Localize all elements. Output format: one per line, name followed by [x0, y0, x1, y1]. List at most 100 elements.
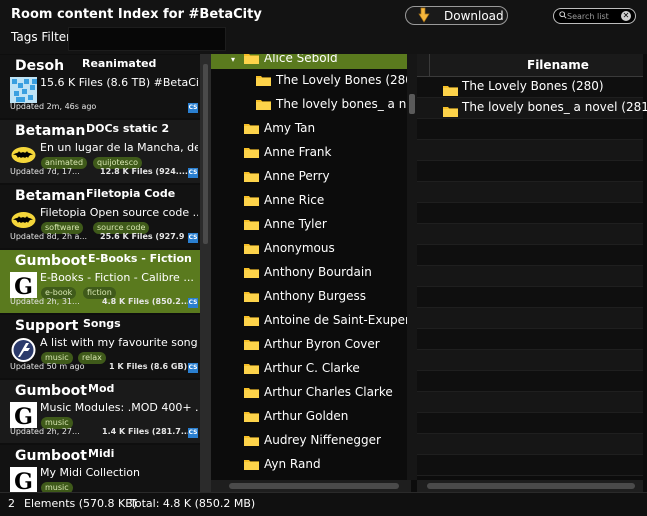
room-files: 1 K Files (8.6 GB)	[109, 362, 188, 371]
room-description: E-Books - Fiction - Calibre ...	[40, 271, 194, 284]
room-nick: Betaman	[15, 188, 86, 204]
filename-column-header[interactable]: Filename	[527, 58, 589, 72]
rooms-scrollbar-thumb[interactable]	[203, 64, 208, 244]
tree-item-selected[interactable]: ▾ Alice Sebold	[211, 54, 407, 69]
cs-badge-icon: CS	[188, 103, 198, 113]
room-item[interactable]: Betaman Filetopia Code Filetopia Open sour…	[0, 185, 200, 248]
tree-item[interactable]: Arthur Charles Clarke	[244, 381, 407, 403]
folder-label: Arthur Byron Cover	[264, 337, 380, 351]
tree-item[interactable]: Ayn Rand	[244, 453, 407, 475]
tree-scrollbar[interactable]	[407, 54, 417, 480]
empty-row	[417, 413, 643, 434]
folder-label: Anne Rice	[264, 193, 325, 207]
empty-row	[417, 161, 643, 182]
tree-item[interactable]: Anthony Burgess	[244, 285, 407, 307]
folder-icon	[244, 458, 259, 470]
folder-label: Anne Frank	[264, 145, 332, 159]
folder-icon	[244, 386, 259, 398]
tree-item[interactable]: Anne Rice	[244, 189, 407, 211]
folder-label: Anne Tyler	[264, 217, 327, 231]
empty-row	[417, 182, 643, 203]
download-label: Download	[444, 9, 504, 23]
room-files: 4.8 K Files (850.2...	[102, 297, 190, 306]
column-divider	[429, 54, 430, 76]
rooms-scrollbar[interactable]	[200, 54, 211, 492]
files-header[interactable]: Filename	[417, 54, 643, 77]
tree-item[interactable]: Arthur C. Clarke	[244, 357, 407, 379]
folder-label: Anthony Bourdain	[264, 265, 372, 279]
bat-logo-icon	[10, 142, 37, 168]
folder-icon	[244, 242, 259, 254]
tree-item[interactable]: Antoine de Saint-Exupery	[244, 309, 407, 331]
tree-hscrollbar[interactable]	[211, 480, 411, 492]
room-tag[interactable]: music	[41, 482, 73, 492]
search-box[interactable]: ✕	[553, 8, 636, 24]
bat-logo-icon	[10, 207, 37, 233]
tree-item[interactable]: Arthur Byron Cover	[244, 333, 407, 355]
room-description: A list with my favourite songs	[40, 336, 198, 349]
folder-icon	[256, 98, 271, 110]
svg-text:G: G	[14, 274, 33, 298]
folder-label: Anne Perry	[264, 169, 330, 183]
file-row[interactable]: The lovely bones_ a novel (281)	[417, 98, 647, 119]
cs-badge-icon: CS	[188, 233, 198, 243]
room-item[interactable]: Gumboot E-Books - Fiction G E-Books - Ficti…	[0, 250, 200, 313]
tree-scrollbar-thumb[interactable]	[409, 94, 415, 114]
folder-label: Audrey Niffenegger	[264, 433, 381, 447]
room-description: Filetopia Open source code ...	[40, 206, 198, 219]
room-nick: Betaman	[15, 123, 86, 139]
status-elements: Elements (570.8 KB)	[24, 497, 138, 510]
download-button[interactable]: Download	[405, 6, 508, 25]
folder-label: Ayn Rand	[264, 457, 321, 471]
tree-item[interactable]: Arthur Golden	[244, 405, 407, 427]
empty-row	[417, 287, 643, 308]
empty-row	[417, 392, 643, 413]
folder-icon	[244, 54, 259, 64]
support-f-icon	[10, 337, 37, 363]
rooms-list[interactable]: Desoh Reanimated 15.6 K Files (8.6 TB) #Be…	[0, 54, 200, 492]
room-name: DOCs static 2	[86, 122, 170, 135]
room-nick: Desoh	[15, 58, 65, 74]
tree-item[interactable]: Anne Tyler	[244, 213, 407, 235]
room-item[interactable]: Gumboot Mod G Music Modules: .MOD 400+ ... m…	[0, 380, 200, 443]
tree-hscrollbar-thumb[interactable]	[229, 483, 399, 489]
clear-search-icon[interactable]: ✕	[621, 11, 631, 21]
empty-row	[417, 455, 643, 476]
g-letter-icon: G	[10, 272, 37, 300]
tree-item[interactable]: Anonymous	[244, 237, 407, 259]
room-updated: Updated 2h, 27...	[10, 427, 80, 436]
room-item[interactable]: Betaman DOCs static 2 En un lugar de la Ma…	[0, 120, 200, 183]
files-hscrollbar[interactable]	[417, 480, 643, 492]
folder-icon	[244, 362, 259, 374]
room-nick: Gumboot	[15, 448, 87, 464]
search-input[interactable]	[567, 9, 619, 23]
tree-child-item[interactable]: The Lovely Bones (280)	[256, 69, 407, 91]
tree-child-item[interactable]: The lovely bones_ a novel (281)	[256, 93, 407, 115]
tree-item[interactable]: Anne Frank	[244, 141, 407, 163]
file-row[interactable]: The Lovely Bones (280)	[417, 77, 643, 98]
room-name: Songs	[83, 317, 121, 330]
file-name: The lovely bones_ a novel (281)	[462, 100, 647, 114]
folder-icon	[244, 410, 259, 422]
room-item[interactable]: Support Songs A list with my favourite son…	[0, 315, 200, 378]
empty-row	[417, 266, 643, 287]
folder-label: Antoine de Saint-Exupery	[264, 313, 407, 327]
folder-tree[interactable]: ▾ Alice Sebold The Lovely Bones (280) The l…	[211, 54, 407, 480]
tree-item[interactable]: Anne Perry	[244, 165, 407, 187]
g-letter-icon: G	[10, 467, 37, 492]
room-item[interactable]: Desoh Reanimated 15.6 K Files (8.6 TB) #Be…	[0, 55, 200, 118]
folder-icon	[244, 170, 259, 182]
room-description: 15.6 K Files (8.6 TB) #BetaCity	[40, 76, 198, 89]
expand-arrow-icon[interactable]: ▾	[231, 55, 235, 64]
folder-label: Anonymous	[264, 241, 335, 255]
tree-item[interactable]: Anthony Bourdain	[244, 261, 407, 283]
files-hscrollbar-thumb[interactable]	[427, 483, 635, 489]
tags-filter-input[interactable]	[68, 27, 226, 51]
svg-text:G: G	[14, 404, 33, 428]
room-name: Midi	[88, 447, 115, 460]
tree-item[interactable]: Amy Tan	[244, 117, 407, 139]
room-name: Reanimated	[82, 57, 157, 70]
tree-item[interactable]: Audrey Niffenegger	[244, 429, 407, 451]
room-updated: Updated 8d, 2h a...	[10, 232, 88, 241]
room-item[interactable]: Gumboot Midi G My Midi Collection music	[0, 445, 200, 492]
